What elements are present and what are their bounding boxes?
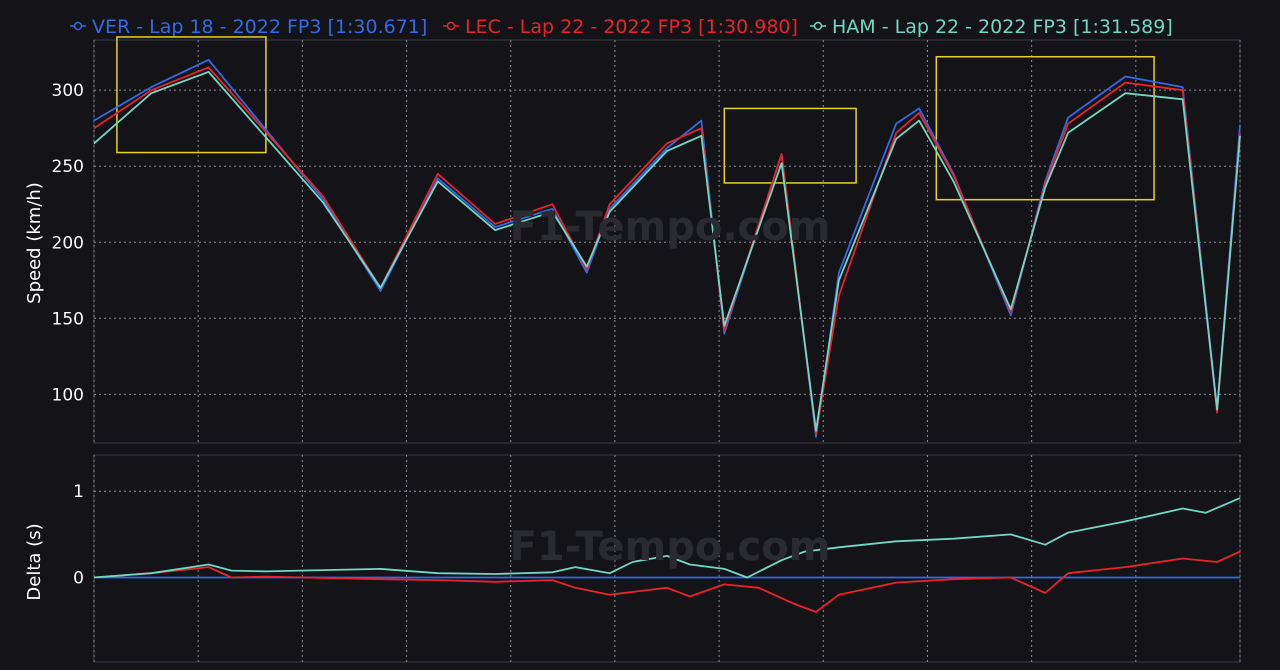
legend-marker-dot [73,21,83,31]
legend-entry-lec[interactable]: LEC - Lap 22 - 2022 FP3 [1:30.980] [465,16,798,38]
watermark-delta: F1-Tempo.com [510,524,831,570]
legend-marker-dot [446,21,456,31]
delta-tick-label: 0 [73,568,84,588]
delta-axis-label: Delta (s) [24,523,45,600]
legend-marker-dot [813,21,823,31]
speed-tick-label: 150 [52,309,84,329]
speed-tick-label: 300 [52,81,84,101]
speed-tick-label: 250 [52,157,84,177]
legend-entry-ham[interactable]: HAM - Lap 22 - 2022 FP3 [1:31.589] [832,16,1173,38]
delta-tick-label: 1 [73,482,84,502]
legend-entry-ver[interactable]: VER - Lap 18 - 2022 FP3 [1:30.671] [92,16,427,38]
speed-tick-label: 100 [52,385,84,405]
watermark-speed: F1-Tempo.com [510,204,831,250]
speed-tick-label: 200 [52,233,84,253]
telemetry-chart: VER - Lap 18 - 2022 FP3 [1:30.671] LEC -… [0,0,1280,670]
speed-axis-label: Speed (km/h) [24,182,45,304]
